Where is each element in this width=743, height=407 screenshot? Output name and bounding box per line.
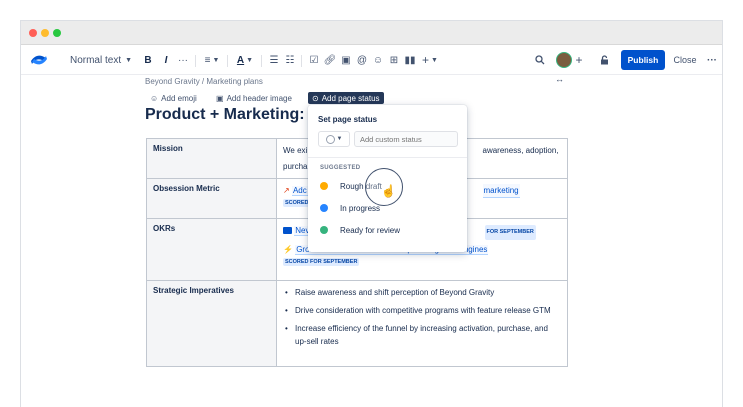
row-header-obsession-metric: Obsession Metric <box>146 178 277 219</box>
table-icon[interactable]: ⊞ <box>387 45 401 75</box>
chevron-down-icon: ▼ <box>431 56 438 64</box>
list-item: Increase efficiency of the funnel by inc… <box>283 322 561 348</box>
align-icon: ≡ <box>204 54 211 66</box>
minimize-window-dot[interactable] <box>41 29 49 37</box>
image-icon: ▣ <box>216 93 224 103</box>
invite-plus-icon[interactable]: + <box>573 45 585 75</box>
row-header-mission: Mission <box>146 138 277 179</box>
calendar-emoji-icon <box>283 227 292 235</box>
more-actions-icon[interactable]: ··· <box>704 45 720 75</box>
insert-button[interactable]: + ▼ <box>419 45 441 75</box>
image-icon[interactable]: ▣ <box>339 45 353 75</box>
full-width-toggle-icon[interactable]: ↔ <box>555 74 564 84</box>
chevron-down-icon: ▼ <box>336 136 343 142</box>
add-header-image-button[interactable]: ▣ Add header image <box>212 92 296 104</box>
status-badge: SCORED FOR SEPTEMBER <box>283 258 360 266</box>
numbered-list-icon[interactable]: ☷ <box>283 45 297 75</box>
chevron-down-icon: ▼ <box>246 56 254 64</box>
lightning-emoji-icon: ⚡ <box>283 245 293 254</box>
toolbar-divider <box>195 55 196 67</box>
publish-button[interactable]: Publish <box>621 50 665 70</box>
popup-divider <box>308 157 467 158</box>
more-formatting-button[interactable]: ··· <box>175 45 191 75</box>
popup-title: Set page status <box>318 115 378 124</box>
text-color-icon: A <box>236 54 245 66</box>
status-dot-icon <box>320 182 328 190</box>
text-color-button[interactable]: A ▼ <box>233 45 257 75</box>
list-item: Drive consideration with competitive pro… <box>283 304 561 317</box>
list-item: Raise awareness and shift perception of … <box>283 286 561 299</box>
suggested-heading: SUGGESTED <box>320 165 361 171</box>
custom-status-input[interactable] <box>354 131 458 147</box>
status-badge: FOR SEPTEMBER <box>484 225 536 240</box>
imperatives-cell[interactable]: Raise awareness and shift perception of … <box>276 280 568 367</box>
status-dot-icon <box>320 204 328 212</box>
chevron-down-icon: ▼ <box>125 56 133 64</box>
link-icon[interactable]: 🔗︎ <box>323 45 337 75</box>
toolbar-divider <box>301 55 302 67</box>
page-title[interactable]: Product + Marketing: St <box>145 106 325 124</box>
italic-button[interactable]: I <box>159 45 173 75</box>
color-swatch-icon <box>325 134 335 144</box>
add-emoji-button[interactable]: ☺ Add emoji <box>146 92 201 104</box>
window-titlebar <box>21 21 722 45</box>
search-icon[interactable] <box>533 45 547 75</box>
bold-button[interactable]: B <box>141 45 155 75</box>
close-button[interactable]: Close <box>668 50 702 70</box>
bullet-list-icon[interactable]: ☰ <box>267 45 281 75</box>
mention-icon[interactable]: @ <box>355 45 369 75</box>
table-row: Strategic Imperatives Raise awareness an… <box>146 280 568 367</box>
row-header-okrs: OKRs <box>146 218 277 281</box>
mission-text: We exi <box>283 146 308 155</box>
obsession-link[interactable]: Adc <box>291 186 308 196</box>
confluence-logo-icon[interactable] <box>29 45 49 75</box>
status-check-icon: ⊙ <box>312 93 319 103</box>
editor-toolbar: Normal text ▼ B I ··· ≡ ▼ A ▼ ☰ ☷ ☑ 🔗︎ ▣ @… <box>21 45 722 75</box>
checkbox-icon[interactable]: ☑ <box>307 45 321 75</box>
status-option-in-progress[interactable]: In progress <box>320 201 380 215</box>
emoji-icon[interactable]: ☺ <box>371 45 385 75</box>
restrictions-lock-icon[interactable] <box>597 45 611 75</box>
layout-icon[interactable]: ▮▮ <box>403 45 417 75</box>
chevron-down-icon: ▼ <box>212 56 220 64</box>
obsession-link-tail[interactable]: marketing <box>482 184 520 198</box>
hand-cursor-icon: ☝ <box>381 184 396 198</box>
add-header-image-label: Add header image <box>226 93 292 103</box>
mission-text-tail: awareness, adoption, <box>482 146 559 155</box>
toolbar-divider <box>227 55 228 67</box>
chart-emoji-icon: ↗ <box>283 186 290 195</box>
add-page-status-button[interactable]: ⊙ Add page status <box>308 92 384 104</box>
avatar[interactable] <box>555 45 573 75</box>
smiley-icon: ☺ <box>150 93 159 103</box>
row-header-strategic-imperatives: Strategic Imperatives <box>146 280 277 367</box>
status-option-ready-for-review[interactable]: Ready for review <box>320 223 400 237</box>
add-page-status-label: Add page status <box>321 93 380 103</box>
breadcrumb[interactable]: Beyond Gravity / Marketing plans <box>145 77 263 86</box>
add-emoji-label: Add emoji <box>161 93 197 103</box>
status-dot-icon <box>320 226 328 234</box>
status-color-picker[interactable]: ▼ <box>318 131 350 147</box>
status-badge: SCORED <box>283 199 311 207</box>
maximize-window-dot[interactable] <box>53 29 61 37</box>
text-style-dropdown[interactable]: Normal text ▼ <box>69 45 133 75</box>
plus-icon: + <box>422 53 430 67</box>
text-style-label: Normal text <box>69 54 122 66</box>
close-window-dot[interactable] <box>29 29 37 37</box>
status-option-label: Ready for review <box>340 225 401 235</box>
alignment-button[interactable]: ≡ ▼ <box>201 45 223 75</box>
status-option-label: In progress <box>340 203 381 213</box>
toolbar-divider <box>261 55 262 67</box>
